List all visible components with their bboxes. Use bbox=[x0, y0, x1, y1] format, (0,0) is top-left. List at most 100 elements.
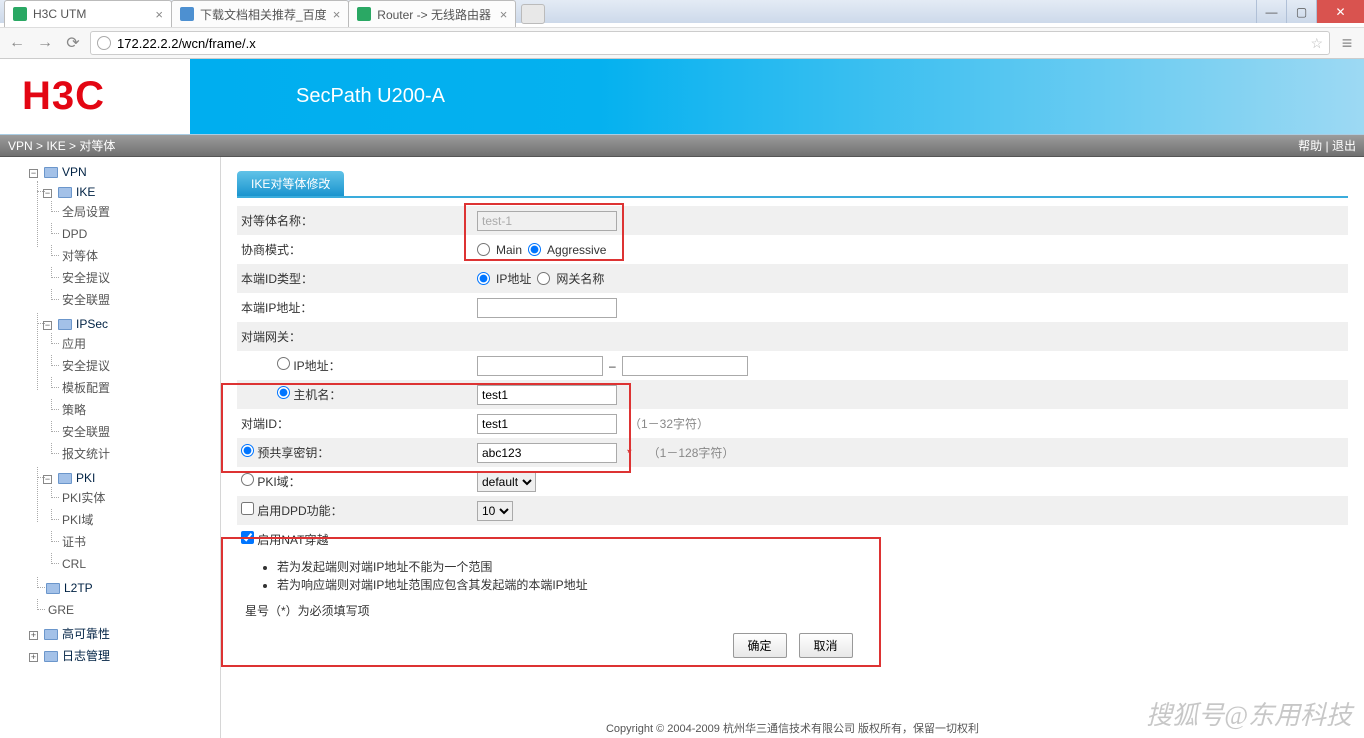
peer-name-label: 对等体名称： bbox=[241, 212, 477, 229]
tree-toggle-icon[interactable]: − bbox=[43, 475, 52, 484]
pki-domain-label: PKI域： bbox=[257, 475, 300, 489]
copyright: Copyright © 2004-2009 杭州华三通信技术有限公司 版权所有，… bbox=[221, 720, 1364, 736]
sidebar: − VPN − IKE 全局设置 DPD 对等体 安全提议 安全联盟 − IPSec bbox=[0, 157, 221, 738]
tab-close-icon[interactable]: × bbox=[500, 7, 508, 22]
folder-icon bbox=[58, 473, 72, 484]
note-1: 若为发起端则对端IP地址不能为一个范围 bbox=[277, 558, 1348, 576]
remote-id-hint: （1－32字符） bbox=[629, 415, 709, 432]
remote-id-input[interactable] bbox=[477, 414, 617, 434]
browser-tab-1[interactable]: 下载文档相关推荐_百度× bbox=[171, 0, 349, 27]
localid-ip-radio[interactable] bbox=[477, 272, 490, 285]
psk-input[interactable] bbox=[477, 443, 617, 463]
address-bar[interactable]: ☆ bbox=[90, 31, 1330, 55]
breadcrumb-peer[interactable]: 对等体 bbox=[79, 139, 115, 153]
tab-label: H3C UTM bbox=[33, 7, 149, 21]
help-link[interactable]: 帮助 bbox=[1298, 139, 1322, 153]
sidebar-item-pki-domain[interactable]: PKI域 bbox=[60, 513, 93, 527]
remote-ip-end-input[interactable] bbox=[622, 356, 748, 376]
sidebar-item-ike-sa[interactable]: 安全联盟 bbox=[60, 293, 110, 307]
remote-ip-radio[interactable] bbox=[277, 357, 290, 370]
nego-mode-label: 协商模式： bbox=[241, 241, 477, 258]
dpd-checkbox[interactable] bbox=[241, 502, 254, 515]
sidebar-item-ha[interactable]: 高可靠性 bbox=[62, 627, 110, 641]
forward-button[interactable]: → bbox=[34, 32, 56, 54]
remote-gw-label: 对端网关： bbox=[241, 328, 477, 345]
sidebar-item-log[interactable]: 日志管理 bbox=[62, 649, 110, 663]
tab-close-icon[interactable]: × bbox=[155, 7, 163, 22]
sidebar-item-pki[interactable]: PKI bbox=[76, 471, 95, 485]
reload-button[interactable]: ⟳ bbox=[62, 32, 84, 54]
sidebar-item-pki-crl[interactable]: CRL bbox=[60, 557, 86, 571]
sidebar-item-ipsec-sa[interactable]: 安全联盟 bbox=[60, 425, 110, 439]
nego-aggressive-label: Aggressive bbox=[547, 243, 606, 257]
localid-gw-radio[interactable] bbox=[537, 272, 550, 285]
pki-domain-select[interactable]: default bbox=[477, 472, 536, 492]
sidebar-item-ike[interactable]: IKE bbox=[76, 185, 95, 199]
tree-toggle-icon[interactable]: + bbox=[29, 631, 38, 640]
sidebar-item-pki-entity[interactable]: PKI实体 bbox=[60, 491, 105, 505]
breadcrumb-bar: VPN > IKE > 对等体 帮助 | 退出 bbox=[0, 135, 1364, 157]
remote-ip-start-input[interactable] bbox=[477, 356, 603, 376]
sidebar-item-l2tp[interactable]: L2TP bbox=[64, 581, 93, 595]
logout-link[interactable]: 退出 bbox=[1332, 139, 1356, 153]
url-input[interactable] bbox=[117, 36, 1304, 51]
bookmark-icon[interactable]: ☆ bbox=[1310, 35, 1323, 52]
sidebar-item-ike-peer[interactable]: 对等体 bbox=[60, 249, 98, 263]
remote-host-label: 主机名： bbox=[293, 388, 341, 402]
sidebar-item-ike-dpd[interactable]: DPD bbox=[60, 227, 87, 241]
psk-radio[interactable] bbox=[241, 444, 254, 457]
local-ip-input[interactable] bbox=[477, 298, 617, 318]
browser-menu-button[interactable]: ≡ bbox=[1336, 33, 1358, 54]
notes: 若为发起端则对端IP地址不能为一个范围 若为响应端则对端IP地址范围应包含其发起… bbox=[237, 554, 1348, 598]
nego-main-label: Main bbox=[496, 243, 522, 257]
sidebar-item-ipsec-proposal[interactable]: 安全提议 bbox=[60, 359, 110, 373]
psk-label: 预共享密钥： bbox=[257, 446, 329, 460]
tab-ike-peer-edit[interactable]: IKE对等体修改 bbox=[237, 171, 344, 196]
logo: H3C bbox=[22, 74, 282, 119]
back-button[interactable]: ← bbox=[6, 32, 28, 54]
sidebar-item-ipsec-template[interactable]: 模板配置 bbox=[60, 381, 110, 395]
psk-hint: （1－128字符） bbox=[648, 444, 735, 461]
tab-close-icon[interactable]: × bbox=[333, 7, 341, 22]
browser-tab-2[interactable]: Router -> 无线路由器× bbox=[348, 0, 516, 27]
localid-type-label: 本端ID类型： bbox=[241, 270, 477, 287]
sidebar-item-pki-cert[interactable]: 证书 bbox=[60, 535, 86, 549]
sidebar-item-gre[interactable]: GRE bbox=[46, 603, 74, 617]
tree-toggle-icon[interactable]: − bbox=[43, 189, 52, 198]
remote-ip-label: IP地址： bbox=[293, 359, 340, 373]
favicon-icon bbox=[13, 7, 27, 21]
dpd-select[interactable]: 10 bbox=[477, 501, 513, 521]
nat-checkbox[interactable] bbox=[241, 531, 254, 544]
breadcrumb-ike[interactable]: IKE bbox=[46, 139, 65, 153]
tree-toggle-icon[interactable]: + bbox=[29, 653, 38, 662]
remote-host-input[interactable] bbox=[477, 385, 617, 405]
product-name: SecPath U200-A bbox=[296, 85, 445, 108]
tree-toggle-icon[interactable]: − bbox=[29, 169, 38, 178]
sidebar-item-ipsec-policy[interactable]: 策略 bbox=[60, 403, 86, 417]
sidebar-item-ipsec[interactable]: IPSec bbox=[76, 317, 108, 331]
dpd-label: 启用DPD功能： bbox=[257, 504, 342, 518]
maximize-button[interactable]: ▢ bbox=[1286, 0, 1316, 23]
tree-toggle-icon[interactable]: − bbox=[43, 321, 52, 330]
browser-toolbar: ← → ⟳ ☆ ≡ bbox=[0, 27, 1364, 59]
cancel-button[interactable]: 取消 bbox=[799, 633, 853, 658]
sidebar-item-ike-proposal[interactable]: 安全提议 bbox=[60, 271, 110, 285]
remote-host-radio[interactable] bbox=[277, 386, 290, 399]
sidebar-item-ipsec-stats[interactable]: 报文统计 bbox=[60, 447, 110, 461]
nego-aggressive-radio[interactable] bbox=[528, 243, 541, 256]
breadcrumb-vpn[interactable]: VPN bbox=[8, 139, 33, 153]
new-tab-button[interactable] bbox=[521, 4, 545, 24]
pki-radio[interactable] bbox=[241, 473, 254, 486]
note-2: 若为响应端则对端IP地址范围应包含其发起端的本端IP地址 bbox=[277, 576, 1348, 594]
sidebar-item-vpn[interactable]: VPN bbox=[62, 165, 87, 179]
close-button[interactable]: ✕ bbox=[1316, 0, 1364, 23]
sidebar-item-ike-global[interactable]: 全局设置 bbox=[60, 205, 110, 219]
sidebar-item-ipsec-apply[interactable]: 应用 bbox=[60, 337, 86, 351]
browser-tabs: H3C UTM × 下载文档相关推荐_百度× Router -> 无线路由器× bbox=[0, 0, 545, 27]
minimize-button[interactable]: — bbox=[1256, 0, 1286, 23]
main-content: IKE对等体修改 对等体名称： 协商模式： Main Aggressive 本端… bbox=[221, 157, 1364, 738]
ok-button[interactable]: 确定 bbox=[733, 633, 787, 658]
browser-tab-0[interactable]: H3C UTM × bbox=[4, 0, 172, 27]
folder-icon bbox=[44, 651, 58, 662]
nego-main-radio[interactable] bbox=[477, 243, 490, 256]
